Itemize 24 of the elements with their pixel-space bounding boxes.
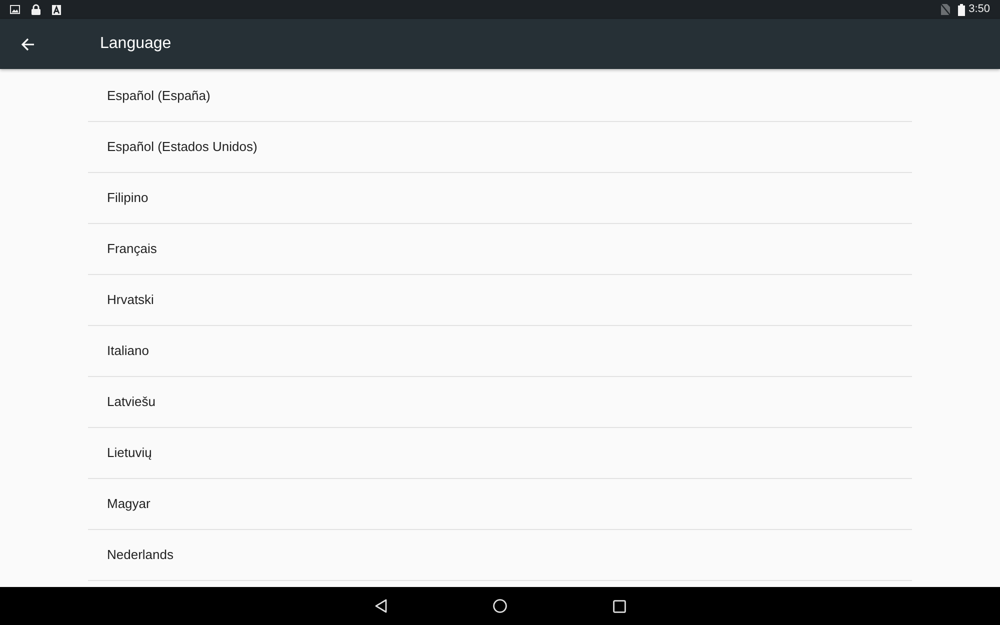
- no-sim-icon: [940, 4, 950, 15]
- battery-icon: [958, 4, 965, 16]
- recents-square-icon: [612, 600, 626, 612]
- letter-a-icon: [52, 4, 61, 14]
- recents-nav-button[interactable]: [612, 600, 626, 612]
- toolbar-title: Language: [100, 34, 172, 54]
- language-item[interactable]: Nederlands: [88, 530, 912, 581]
- back-nav-button[interactable]: [374, 599, 386, 613]
- language-item[interactable]: Filipino: [88, 173, 912, 224]
- language-item[interactable]: Lietuvių: [88, 428, 912, 479]
- image-icon: [10, 5, 20, 14]
- back-triangle-icon: [374, 599, 386, 613]
- language-item[interactable]: Français: [88, 224, 912, 275]
- language-item[interactable]: Magyar: [88, 479, 912, 530]
- language-item[interactable]: Español (España): [88, 71, 912, 122]
- back-arrow-icon: [21, 38, 35, 50]
- home-nav-button[interactable]: [492, 599, 506, 613]
- home-circle-icon: [492, 599, 506, 613]
- status-time: 3:50: [968, 4, 990, 15]
- language-item[interactable]: Español (Estados Unidos): [88, 122, 912, 173]
- lock-icon: [31, 4, 41, 15]
- language-item[interactable]: Hrvatski: [88, 275, 912, 326]
- language-item[interactable]: Italiano: [88, 326, 912, 377]
- language-item[interactable]: Latviešu: [88, 377, 912, 428]
